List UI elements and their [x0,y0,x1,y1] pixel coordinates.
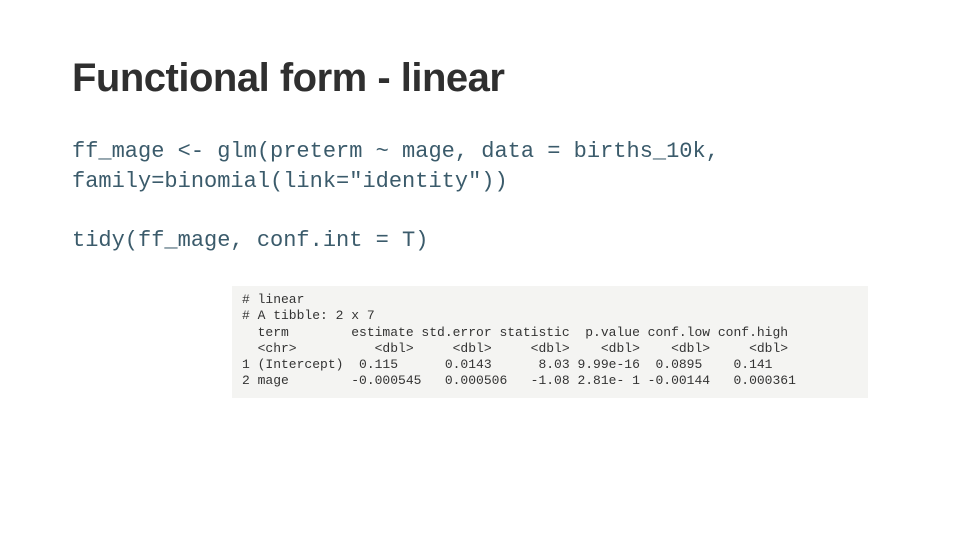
code-block-glm: ff_mage <- glm(preterm ~ mage, data = bi… [72,137,888,196]
r-output: # linear # A tibble: 2 x 7 term estimate… [232,286,868,398]
page-title: Functional form - linear [72,56,888,101]
code-block-tidy: tidy(ff_mage, conf.int = T) [72,226,888,256]
slide: Functional form - linear ff_mage <- glm(… [0,0,960,540]
